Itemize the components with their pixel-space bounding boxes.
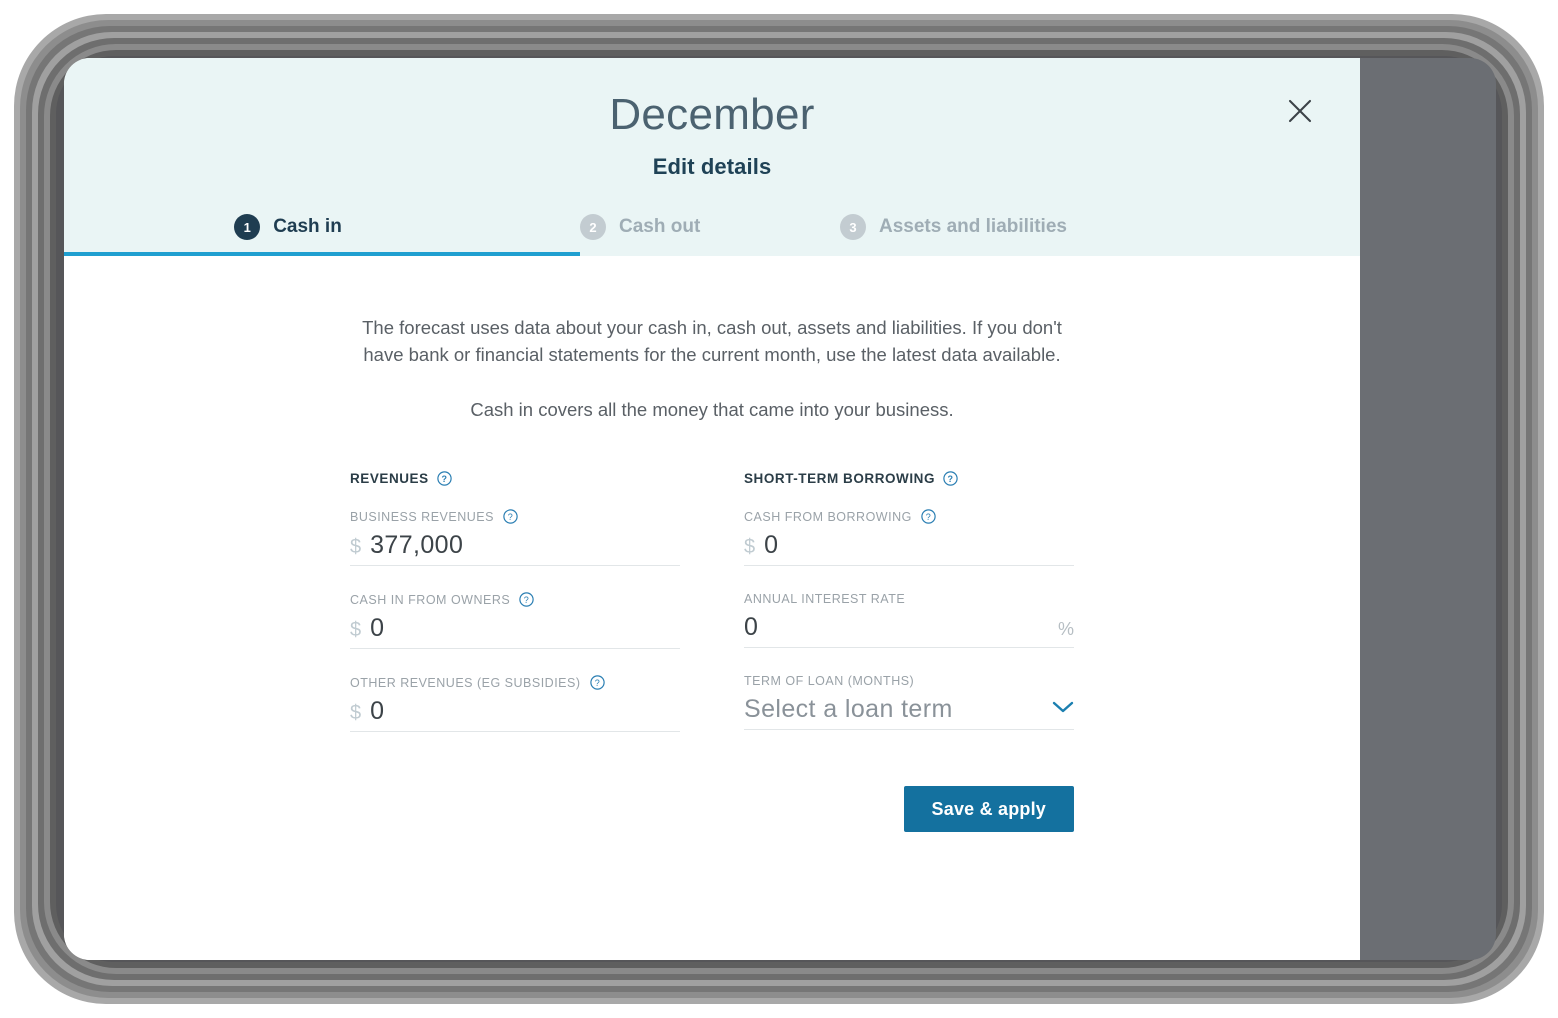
help-icon[interactable]: ? <box>436 471 452 486</box>
field-label: OTHER REVENUES (EG SUBSIDIES) ? <box>350 675 680 690</box>
percent-symbol: % <box>1057 619 1074 639</box>
tab-label-cash-in: Cash in <box>273 216 342 237</box>
field-label-text: ANNUAL INTEREST RATE <box>744 592 906 606</box>
edit-details-dialog: December Edit details 1 Cash in 2 Cash o… <box>64 58 1360 960</box>
help-icon[interactable]: ? <box>943 471 958 486</box>
tab-badge-1: 1 <box>234 214 261 240</box>
active-tab-underline <box>64 252 580 256</box>
tab-badge-2: 2 <box>580 214 606 240</box>
section-heading-revenues: REVENUES ? <box>350 471 680 486</box>
field-label-text: CASH IN FROM OWNERS <box>350 592 511 607</box>
field-label-text: CASH FROM BORROWING <box>744 509 912 524</box>
form-grid: REVENUES ? BUSINESS REVENUES ? $ 377,000… <box>350 471 1074 732</box>
help-icon[interactable]: ? <box>921 509 936 524</box>
svg-text:?: ? <box>947 474 953 484</box>
revenues-section: REVENUES ? BUSINESS REVENUES ? $ 377,000… <box>350 471 680 732</box>
help-icon[interactable]: ? <box>519 592 534 607</box>
other-revenues-input[interactable]: $ 0 <box>350 696 680 732</box>
section-heading-revenues-label: REVENUES <box>350 471 429 486</box>
tab-cash-out[interactable]: 2 Cash out <box>580 194 840 256</box>
chevron-down-icon[interactable] <box>1052 700 1074 719</box>
tab-badge-3: 3 <box>840 214 866 240</box>
field-business-revenues: BUSINESS REVENUES ? $ 377,000 <box>350 509 680 566</box>
cash-in-from-owners-value: 0 <box>370 614 385 642</box>
screen-area: December Edit details 1 Cash in 2 Cash o… <box>64 58 1496 960</box>
other-revenues-value: 0 <box>370 697 385 725</box>
tab-bar: 1 Cash in 2 Cash out 3 Assets and liabil… <box>64 194 1360 256</box>
currency-symbol: $ <box>350 536 362 558</box>
help-icon[interactable]: ? <box>503 509 518 524</box>
svg-text:?: ? <box>926 512 932 522</box>
field-label: CASH FROM BORROWING ? <box>744 509 1074 524</box>
field-annual-interest-rate: ANNUAL INTEREST RATE 0 % <box>744 592 1074 648</box>
device-bezel: December Edit details 1 Cash in 2 Cash o… <box>0 0 1558 1018</box>
term-of-loan-select[interactable]: Select a loan term <box>744 694 1074 730</box>
business-revenues-value: 377,000 <box>370 531 464 559</box>
field-label-text: OTHER REVENUES (EG SUBSIDIES) <box>350 675 581 690</box>
field-label: TERM OF LOAN (MONTHS) <box>744 674 1074 688</box>
annual-interest-rate-value: 0 <box>744 613 759 641</box>
dialog-header: December Edit details 1 Cash in 2 Cash o… <box>64 58 1360 256</box>
cash-in-from-owners-input[interactable]: $ 0 <box>350 613 680 649</box>
field-label-text: TERM OF LOAN (MONTHS) <box>744 674 915 688</box>
intro-paragraph-2: Cash in covers all the money that came i… <box>470 399 954 420</box>
dialog-subtitle: Edit details <box>652 154 772 180</box>
cash-from-borrowing-input[interactable]: $ 0 <box>744 530 1074 566</box>
section-heading-short-term-borrowing-label: SHORT-TERM BORROWING <box>744 471 935 486</box>
svg-text:?: ? <box>524 595 530 605</box>
field-label: ANNUAL INTEREST RATE <box>744 592 1074 606</box>
term-of-loan-value: Select a loan term <box>744 695 953 723</box>
tab-cash-in[interactable]: 1 Cash in <box>64 194 580 256</box>
page-title: December <box>609 90 815 139</box>
field-label: BUSINESS REVENUES ? <box>350 509 680 524</box>
short-term-borrowing-section: SHORT-TERM BORROWING ? CASH FROM BORROWI… <box>744 471 1074 732</box>
cash-from-borrowing-value: 0 <box>764 531 779 559</box>
intro-text: The forecast uses data about your cash i… <box>342 314 1082 423</box>
field-label: CASH IN FROM OWNERS ? <box>350 592 680 607</box>
tab-assets-and-liabilities[interactable]: 3 Assets and liabilities <box>840 194 1160 256</box>
svg-text:?: ? <box>594 678 600 688</box>
close-icon[interactable] <box>1280 91 1320 131</box>
save-and-apply-button[interactable]: Save & apply <box>903 786 1074 832</box>
annual-interest-rate-input[interactable]: 0 % <box>744 612 1074 648</box>
currency-symbol: $ <box>350 702 362 724</box>
dialog-body: The forecast uses data about your cash i… <box>64 256 1360 960</box>
currency-symbol: $ <box>350 619 362 641</box>
currency-symbol: $ <box>744 536 756 558</box>
tab-label-cash-out: Cash out <box>619 216 701 237</box>
section-heading-short-term-borrowing: SHORT-TERM BORROWING ? <box>744 471 1074 486</box>
field-other-revenues: OTHER REVENUES (EG SUBSIDIES) ? $ 0 <box>350 675 680 732</box>
actions-row: Save & apply <box>350 786 1074 832</box>
tab-label-assets-and-liabilities: Assets and liabilities <box>879 216 1067 237</box>
field-label-text: BUSINESS REVENUES <box>350 509 494 524</box>
help-icon[interactable]: ? <box>589 675 605 690</box>
field-cash-in-from-owners: CASH IN FROM OWNERS ? $ 0 <box>350 592 680 649</box>
business-revenues-input[interactable]: $ 377,000 <box>350 530 680 566</box>
field-cash-from-borrowing: CASH FROM BORROWING ? $ 0 <box>744 509 1074 566</box>
field-term-of-loan: TERM OF LOAN (MONTHS) Select a loan term <box>744 674 1074 730</box>
svg-text:?: ? <box>441 474 447 484</box>
svg-text:?: ? <box>508 512 514 522</box>
intro-paragraph-1: The forecast uses data about your cash i… <box>362 317 1062 365</box>
